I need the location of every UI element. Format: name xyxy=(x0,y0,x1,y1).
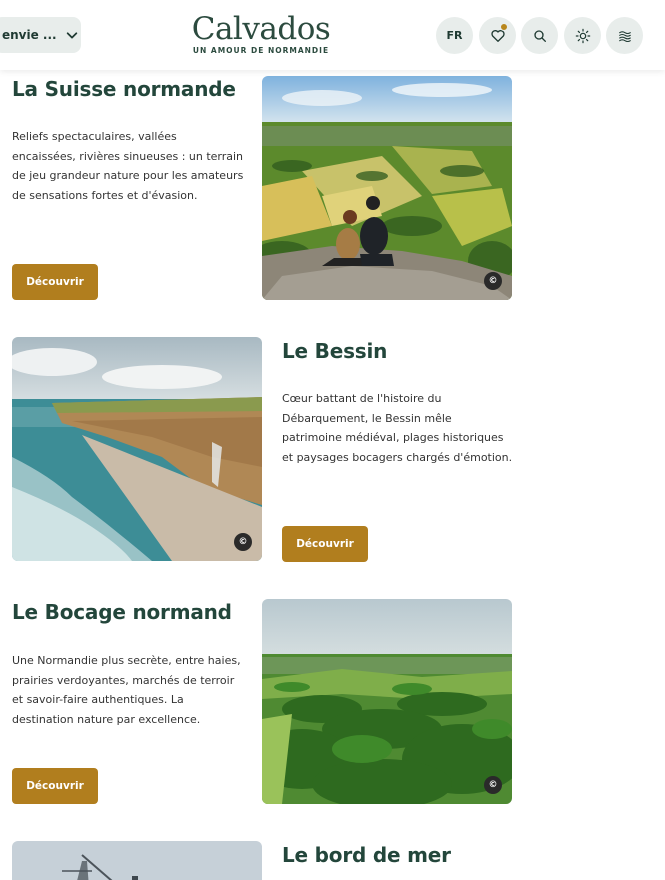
photo-credit-bessin[interactable]: © xyxy=(234,533,252,551)
photo-bord-de-mer[interactable] xyxy=(12,841,262,880)
site-logo[interactable]: Calvados UN AMOUR DE NORMANDIE xyxy=(190,12,332,58)
envie-dropdown[interactable]: envie ... xyxy=(0,17,81,53)
sun-icon xyxy=(575,28,590,43)
section-title-bessin: Le Bessin xyxy=(282,339,388,363)
theme-toggle-button[interactable] xyxy=(564,17,601,54)
section-description-suisse-normande: Reliefs spectaculaires, vallées encaissé… xyxy=(12,130,244,202)
language-label: FR xyxy=(446,29,463,42)
chevron-down-icon xyxy=(66,32,77,39)
search-icon xyxy=(533,29,546,42)
favorites-badge xyxy=(500,23,508,31)
section-title-suisse-normande: La Suisse normande xyxy=(12,77,236,101)
section-title-bord-de-mer: Le bord de mer xyxy=(282,843,451,867)
section-description-bessin: Cœur battant de l'histoire du Débarqueme… xyxy=(282,392,513,464)
discover-button-bocage-normand[interactable]: Découvrir xyxy=(12,768,98,804)
waves-menu-icon xyxy=(618,30,631,42)
photo-credit-suisse-normande[interactable]: © xyxy=(484,272,502,290)
site-header: envie ... Calvados UN AMOUR DE NORMANDIE… xyxy=(0,0,665,70)
photo-bessin[interactable]: © xyxy=(12,337,262,561)
photo-credit-bocage-normand[interactable]: © xyxy=(484,776,502,794)
photo-bocage-normand[interactable]: © xyxy=(262,599,512,804)
discover-button-bessin[interactable]: Découvrir xyxy=(282,526,368,562)
photo-suisse-normande[interactable]: © xyxy=(262,76,512,300)
envie-label: envie ... xyxy=(2,28,57,42)
search-button[interactable] xyxy=(521,17,558,54)
discover-button-suisse-normande[interactable]: Découvrir xyxy=(12,264,98,300)
section-title-bocage-normand: Le Bocage normand xyxy=(12,600,232,624)
language-button[interactable]: FR xyxy=(436,17,473,54)
section-description-bocage-normand: Une Normandie plus secrète, entre haies,… xyxy=(12,654,241,726)
menu-button[interactable] xyxy=(606,17,643,54)
favorites-button[interactable] xyxy=(479,17,516,54)
logo-name: Calvados xyxy=(191,11,331,47)
logo-tagline: UN AMOUR DE NORMANDIE xyxy=(192,46,330,55)
